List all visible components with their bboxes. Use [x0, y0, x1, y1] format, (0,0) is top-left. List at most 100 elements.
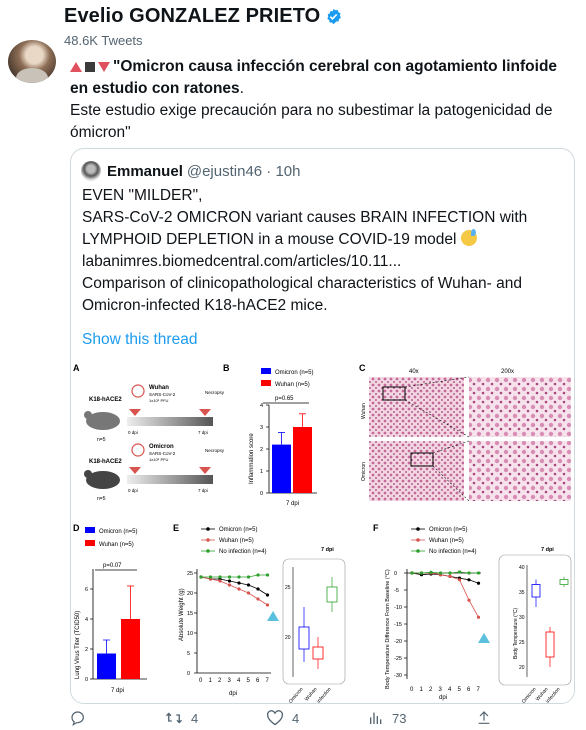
tick-label-e-x: 3 — [228, 678, 232, 684]
share-button[interactable] — [476, 710, 492, 726]
legend-label: Omicron (n=5) — [429, 527, 468, 533]
virus-label-2: SARS-CoV-2 — [149, 451, 176, 456]
box-f — [559, 579, 569, 585]
legend-d-wuhan-swatch — [85, 540, 95, 546]
panel-d: D Omicron (n=5) Wuhan (n=5) p=0.07 Lung … — [73, 523, 147, 694]
mag-200x: 200x — [501, 369, 514, 375]
research-figure[interactable]: A K18-hACE2 n=5 K18-hACE2 n=5 Wuhan SARS… — [71, 359, 574, 703]
inset-f-tick: 20 — [519, 665, 525, 671]
point-e — [199, 575, 203, 579]
inset-f-tick: 35 — [519, 590, 525, 596]
bar-d — [97, 653, 116, 679]
ylabel-d: Lung Virus Titer (TCID50) — [75, 611, 81, 679]
legend-d-wuhan: Wuhan (n=5) — [99, 542, 134, 548]
retweet-button[interactable]: 4 — [165, 710, 198, 726]
tweet-text: "Omicron causa infección cerebral con ag… — [70, 56, 575, 144]
views-button[interactable]: 73 — [368, 710, 406, 726]
tick-label-d: 2 — [85, 647, 88, 653]
tick-label-f: -25 — [394, 656, 402, 662]
reply-button[interactable] — [70, 710, 94, 726]
tick-label-e-x: 5 — [247, 678, 251, 684]
point-f — [476, 571, 481, 575]
tick-label-e: 0 — [187, 671, 190, 677]
point-f — [467, 578, 471, 582]
share-icon — [478, 711, 490, 724]
histology-wuhan-200x — [469, 377, 571, 437]
omicron-label: Omicron — [149, 444, 174, 450]
panel-a: A K18-hACE2 n=5 K18-hACE2 n=5 Wuhan SARS… — [73, 363, 225, 502]
mouse-2-head-icon — [84, 470, 92, 478]
panel-e: E Omicron (n=5) Wuhan (n=5) No infection (… — [173, 523, 346, 703]
ticks-b: 0 1 2 3 4 — [260, 403, 269, 497]
tick-label-f: -20 — [394, 639, 402, 645]
show-thread-link[interactable]: Show this thread — [82, 331, 197, 349]
point-e — [218, 575, 222, 579]
point-f — [476, 615, 481, 619]
legend-d-omicron: Omicron (n=5) — [99, 529, 138, 535]
tick-label-e-x: 6 — [256, 678, 260, 684]
retweet-icon — [166, 712, 182, 724]
row-omicron-label: Omicron — [361, 462, 367, 481]
author-avatar[interactable] — [8, 40, 56, 83]
tick-label-e-x: 2 — [218, 678, 222, 684]
point-e — [256, 587, 260, 591]
lines-f — [410, 570, 481, 619]
like-button[interactable]: 4 — [266, 710, 299, 726]
box-f — [545, 631, 555, 658]
necropsy-label-2: Necropsy — [205, 448, 225, 453]
point-e — [265, 573, 270, 577]
wuhan-label: Wuhan — [149, 385, 169, 391]
quote-link[interactable]: labanimres.biomedcentral.com/articles/10… — [82, 251, 567, 273]
legend-b-wuhan: Wuhan (n=5) — [275, 382, 310, 388]
point-e — [237, 581, 241, 585]
legend-label: Omicron (n=5) — [219, 527, 258, 533]
tick-label-d: 4 — [85, 617, 88, 623]
n-label-2: n=5 — [97, 496, 106, 502]
tick-label-f: -15 — [394, 622, 402, 628]
quoted-tweet[interactable]: Emmanuel @ejustin46 · 10h EVEN "MILDER",… — [70, 148, 575, 704]
mouse-1-head-icon — [84, 411, 92, 419]
panel-d-letter: D — [73, 523, 80, 533]
red-up-triangle-icon — [70, 61, 82, 72]
tick-label-f-x: 7 — [477, 687, 481, 693]
panel-f: F Omicron (n=5) Wuhan (n=5) No infection (… — [373, 523, 572, 703]
quote-line: EVEN "MILDER", — [82, 187, 203, 204]
point-e — [246, 591, 251, 595]
legend-marker — [206, 549, 210, 553]
reply-icon — [71, 711, 84, 726]
tick-label-f-x: 1 — [420, 687, 424, 693]
bar-b — [272, 444, 291, 493]
day0-label-2: 0 dpi — [128, 488, 138, 493]
legend-marker — [416, 527, 420, 531]
xlabel-f: dpi — [439, 695, 447, 701]
quote-line: Comparison of clinicopathological charac… — [82, 275, 522, 292]
box-e — [312, 646, 324, 660]
profile-name[interactable]: Evelio GONZALEZ PRIETO — [64, 5, 342, 28]
inset-e-frame — [282, 558, 346, 685]
views-chart-icon — [370, 712, 382, 724]
dose-label-2: 1x10⁵ PFU — [149, 457, 169, 462]
inset-f-tick: 25 — [519, 640, 525, 646]
profile-header: Evelio GONZALEZ PRIETO 48.6K Tweets — [0, 0, 586, 52]
tick-label-b: 0 — [260, 491, 263, 497]
inset-e-tick: 25 — [285, 585, 291, 591]
day0-label-1: 0 dpi — [128, 430, 138, 435]
day7-label-2: 7 dpi — [198, 488, 208, 493]
day7-label-1: 7 dpi — [198, 430, 208, 435]
mouse-label-1: K18-hACE2 — [89, 397, 122, 403]
tick-label-e: 15 — [187, 611, 193, 617]
tick-label-b: 3 — [260, 425, 263, 431]
inset-e-tick: 20 — [285, 635, 291, 641]
quoted-tweet-text: EVEN "MILDER", SARS-CoV-2 OMICRON varian… — [82, 185, 567, 317]
legend-label: No infection (n=4) — [429, 549, 477, 555]
quote-line: LYMPHOID DEPLETION in a mouse COVID-19 m… — [82, 231, 457, 248]
necropsy-label-1: Necropsy — [205, 390, 225, 395]
timeline-bar-2 — [127, 475, 213, 484]
point-e — [227, 575, 232, 579]
timeline-bar-1 — [127, 417, 213, 426]
necropsy-arrow-1-icon — [199, 409, 211, 416]
e-arrow-icon — [267, 611, 279, 621]
tick-label-b: 2 — [260, 447, 263, 453]
verified-badge-icon — [327, 8, 342, 25]
n-label-1: n=5 — [97, 437, 106, 443]
